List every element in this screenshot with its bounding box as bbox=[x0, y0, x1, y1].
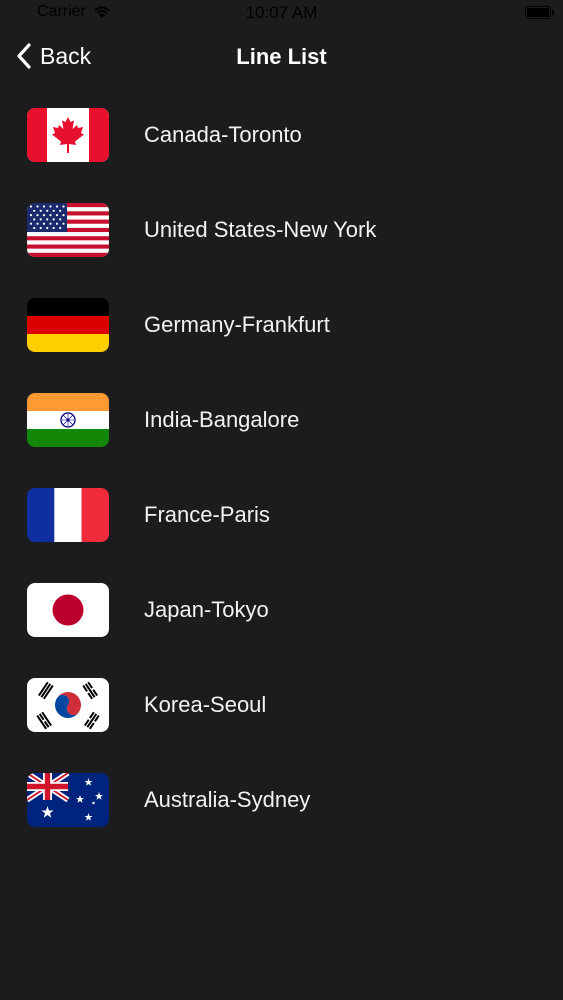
line-label: Germany-Frankfurt bbox=[144, 311, 330, 337]
line-label: Japan-Tokyo bbox=[144, 596, 269, 622]
line-row-canada-toronto[interactable]: Canada-Toronto bbox=[0, 87, 563, 182]
page-title: Line List bbox=[236, 44, 327, 69]
line-row-japan-tokyo[interactable]: Japan-Tokyo bbox=[0, 562, 563, 657]
australia-flag-icon bbox=[27, 772, 109, 827]
line-list: Canada-Toronto United States-New York Ge… bbox=[0, 87, 563, 847]
line-label: Korea-Seoul bbox=[144, 691, 267, 717]
japan-flag-icon bbox=[27, 582, 109, 637]
korea-flag-icon bbox=[27, 677, 109, 732]
line-label: Canada-Toronto bbox=[144, 121, 302, 147]
line-label: France-Paris bbox=[144, 501, 270, 527]
france-flag-icon bbox=[27, 487, 109, 542]
line-row-germany-frankfurt[interactable]: Germany-Frankfurt bbox=[0, 277, 563, 372]
india-flag-icon bbox=[27, 392, 109, 447]
germany-flag-icon bbox=[27, 297, 109, 352]
line-label: United States-New York bbox=[144, 216, 377, 242]
line-row-united-states-new-york[interactable]: United States-New York bbox=[0, 182, 563, 277]
line-row-australia-sydney[interactable]: Australia-Sydney bbox=[0, 752, 563, 847]
navigation-bar: Back Line List bbox=[0, 34, 563, 82]
canada-flag-icon bbox=[27, 107, 109, 162]
line-label: Australia-Sydney bbox=[144, 786, 311, 812]
line-row-korea-seoul[interactable]: Korea-Seoul bbox=[0, 657, 563, 752]
line-label: India-Bangalore bbox=[144, 406, 300, 432]
battery-icon bbox=[525, 6, 554, 19]
usa-flag-icon bbox=[27, 202, 109, 257]
line-row-india-bangalore[interactable]: India-Bangalore bbox=[0, 372, 563, 467]
line-row-france-paris[interactable]: France-Paris bbox=[0, 467, 563, 562]
status-time: 10:07 AM bbox=[245, 3, 318, 22]
status-bar: Carrier 10:07 AM bbox=[0, 0, 563, 28]
